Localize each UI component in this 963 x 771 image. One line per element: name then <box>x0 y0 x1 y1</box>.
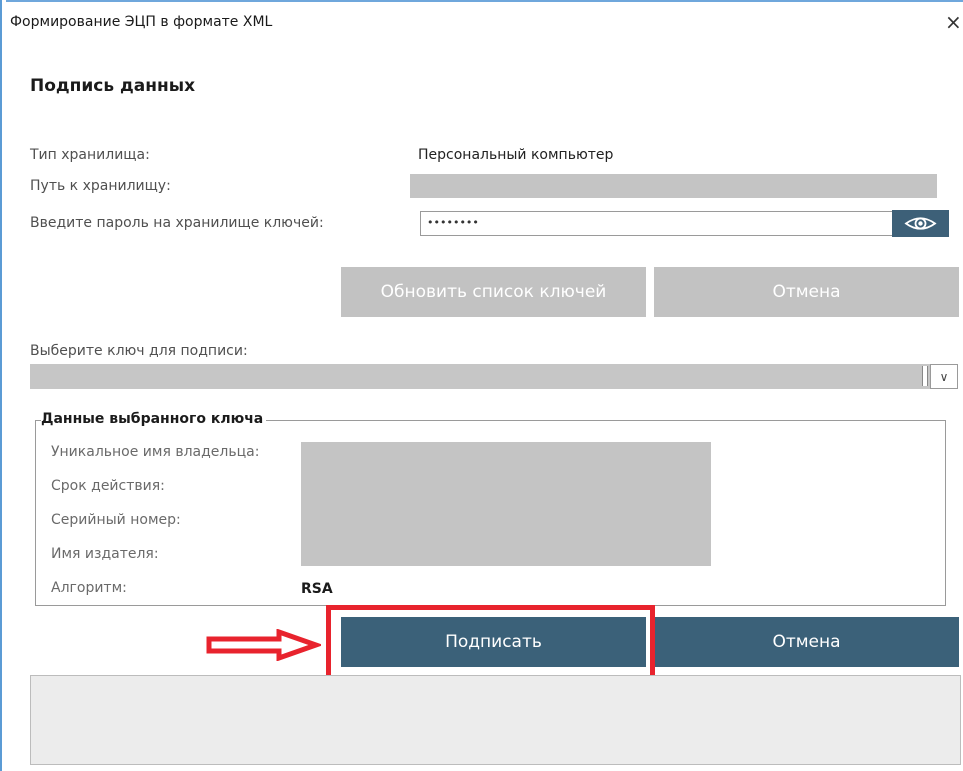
close-button[interactable]: × <box>945 10 962 34</box>
validity-label: Срок действия: <box>51 478 165 494</box>
arrow-right-icon <box>206 629 321 661</box>
status-area <box>30 675 961 765</box>
combo-separator <box>922 366 928 386</box>
storage-path-field[interactable] <box>410 174 937 198</box>
chevron-down-icon[interactable]: ∨ <box>930 364 958 389</box>
key-select-dropdown[interactable] <box>30 364 958 389</box>
refresh-keys-button[interactable]: Обновить список ключей <box>341 267 646 317</box>
issuer-label: Имя издателя: <box>51 546 159 562</box>
title-bar-top-strip <box>0 0 963 12</box>
key-select-label: Выберите ключ для подписи: <box>30 343 248 359</box>
password-input[interactable]: •••••••• <box>420 211 892 236</box>
serial-label: Серийный номер: <box>51 512 181 528</box>
window-title: Формирование ЭЦП в формате XML <box>10 14 273 30</box>
eye-icon <box>904 217 937 230</box>
cancel-bottom-button[interactable]: Отмена <box>654 617 959 667</box>
password-value: •••••••• <box>427 216 479 229</box>
key-details-title: Данные выбранного ключа <box>41 411 267 427</box>
window-left-border <box>0 0 2 771</box>
algorithm-label: Алгоритм: <box>51 580 127 596</box>
key-details-values <box>301 442 711 566</box>
sign-button-highlight <box>326 605 655 682</box>
storage-type-value: Персональный компьютер <box>418 147 614 163</box>
password-label: Введите пароль на хранилище ключей: <box>30 215 324 231</box>
show-password-button[interactable] <box>892 210 949 237</box>
algorithm-value: RSA <box>301 581 333 597</box>
owner-label: Уникальное имя владельца: <box>51 444 260 460</box>
storage-path-label: Путь к хранилищу: <box>30 178 171 194</box>
page-title: Подпись данных <box>30 76 196 96</box>
cancel-top-button[interactable]: Отмена <box>654 267 959 317</box>
storage-type-label: Тип хранилища: <box>30 147 150 163</box>
